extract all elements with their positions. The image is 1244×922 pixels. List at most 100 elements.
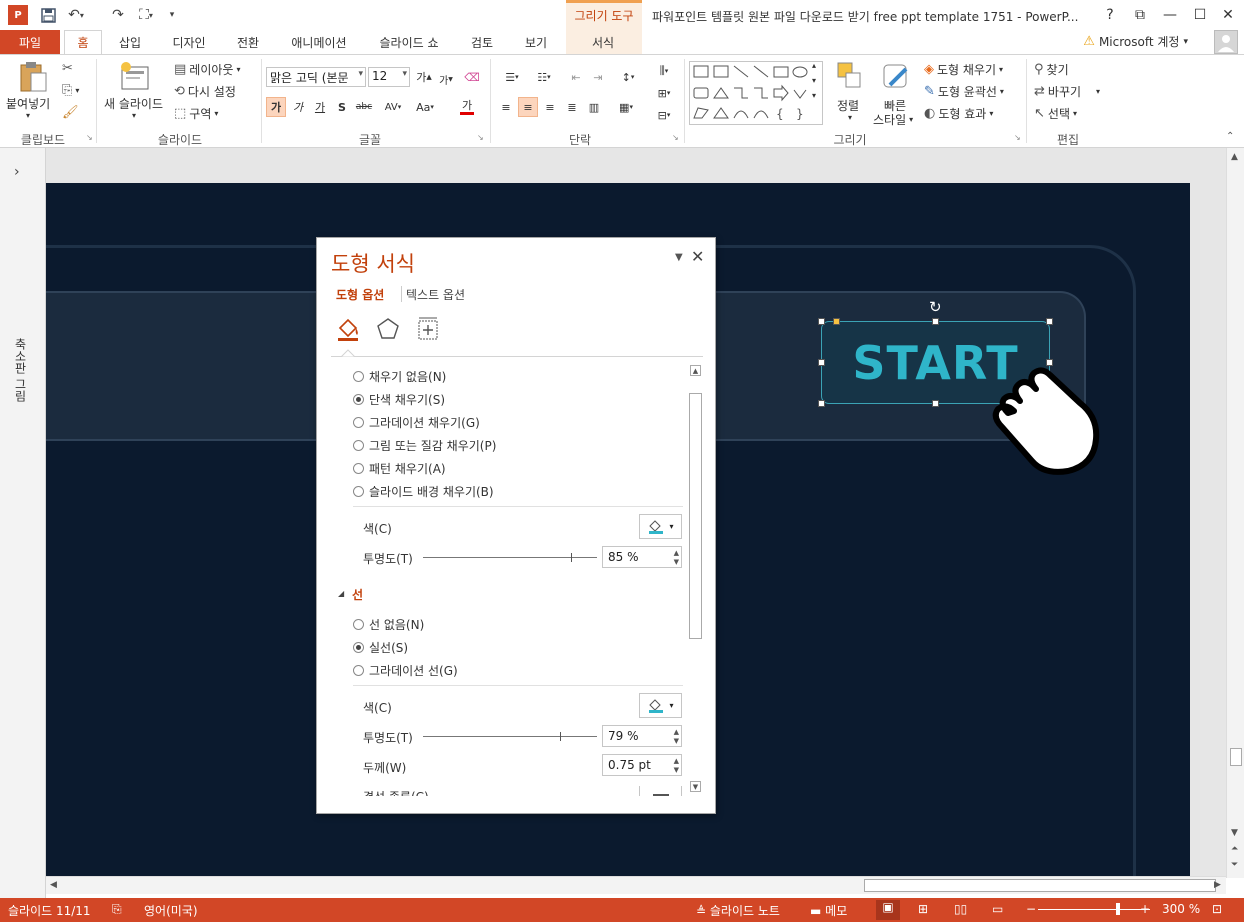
new-slide-dropdown-icon[interactable]: ▾ [132, 111, 136, 120]
selection-handle[interactable] [818, 400, 825, 407]
save-icon[interactable] [38, 5, 58, 25]
line-color-picker[interactable]: ▾ [639, 693, 682, 718]
underline-button[interactable]: 가 [310, 97, 330, 117]
shape-effects-button[interactable]: ◐ 도형 효과 ▾ [924, 105, 993, 122]
tab-design[interactable]: 디자인 [164, 30, 214, 54]
italic-button[interactable]: 가 [288, 97, 308, 117]
quick-styles-button[interactable]: 스타일 ▾ [873, 111, 913, 128]
tab-transitions[interactable]: 전환 [226, 30, 270, 54]
layout-button[interactable]: ▤ 레이아웃 ▾ [174, 61, 240, 78]
normal-view-icon[interactable]: ▣ [876, 900, 900, 920]
tab-animations[interactable]: 애니메이션 [282, 30, 356, 54]
fit-slide-icon[interactable]: ⊡ [1212, 902, 1222, 916]
radio-slide-background-fill[interactable]: 슬라이드 배경 채우기(B) [353, 483, 494, 500]
text-direction-icon[interactable]: ⫼ ▾ [650, 61, 678, 81]
increase-indent-icon[interactable]: ⇥ [588, 67, 608, 87]
avatar[interactable] [1214, 30, 1238, 54]
section-button[interactable]: ⬚ 구역 ▾ [174, 105, 218, 122]
quick-styles-icon[interactable] [880, 61, 912, 96]
line-transparency-slider[interactable] [423, 736, 597, 737]
reset-button[interactable]: ⟲ 다시 설정 [174, 83, 236, 100]
next-slide-icon[interactable]: ⏷ [1231, 860, 1238, 870]
undo-icon[interactable]: ↶ ▾ [66, 5, 86, 25]
font-size-combo[interactable]: 12 ▾ [368, 67, 410, 87]
numbering-icon[interactable]: ☷ ▾ [530, 67, 558, 87]
scroll-up-icon[interactable]: ▲ [1231, 152, 1238, 162]
new-slide-icon[interactable] [118, 61, 152, 94]
find-button[interactable]: ⚲ 찾기 [1034, 61, 1069, 78]
radio-gradient-fill[interactable]: 그라데이션 채우기(G) [353, 414, 480, 431]
line-width-input[interactable]: 0.75 pt ▲ ▼ [602, 754, 682, 776]
paste-button[interactable]: 붙여넣기 [6, 95, 50, 112]
format-painter-icon[interactable]: 🖌 [62, 105, 79, 120]
fill-transparency-slider-thumb[interactable] [570, 553, 572, 562]
shape-outline-button[interactable]: ✎ 도형 윤곽선 ▾ [924, 83, 1004, 100]
pane-scroll-up-icon[interactable]: ▲ [690, 365, 701, 376]
thumbnails-label[interactable]: 축소판 그림 [12, 338, 29, 402]
new-slide-button[interactable]: 새 슬라이드 [104, 95, 163, 112]
adjustment-handle[interactable] [833, 318, 840, 325]
arrange-button[interactable]: 정렬 [837, 97, 859, 114]
horizontal-scroll-thumb[interactable] [864, 879, 1216, 892]
bold-button[interactable]: 가 [266, 97, 286, 117]
selection-handle[interactable] [932, 400, 939, 407]
align-text-icon[interactable]: ⊞ ▾ [650, 83, 678, 103]
zoom-in-icon[interactable]: + [1140, 902, 1150, 916]
font-name-combo[interactable]: 맑은 고딕 (본문 ▾ [266, 67, 366, 87]
restore-button[interactable]: ☐ [1186, 4, 1214, 26]
radio-solid-line[interactable]: 실선(S) [353, 639, 408, 656]
line-transparency-input[interactable]: 79 % ▲ ▼ [602, 725, 682, 747]
pane-close-icon[interactable]: ✕ [691, 247, 704, 266]
shapes-gallery[interactable]: {} [689, 61, 823, 125]
previous-slide-icon[interactable]: ⏶ [1231, 844, 1238, 854]
fill-color-picker[interactable]: ▾ [639, 514, 682, 539]
radio-gradient-line[interactable]: 그라데이션 선(G) [353, 662, 458, 679]
line-spacing-icon[interactable]: ↕ ▾ [614, 67, 642, 87]
tab-home[interactable]: 홈 [64, 30, 102, 54]
zoom-slider-thumb[interactable] [1116, 903, 1120, 915]
zoom-level[interactable]: 300 % [1162, 902, 1200, 916]
selection-handle[interactable] [818, 359, 825, 366]
reading-view-icon[interactable]: ▯▯ [954, 902, 967, 916]
clipboard-launcher-icon[interactable]: ↘ [86, 133, 93, 142]
copy-icon[interactable]: ⎘ ▾ [62, 83, 79, 98]
smartart-icon[interactable]: ⊟ ▾ [650, 105, 678, 125]
zoom-out-icon[interactable]: − [1026, 902, 1036, 916]
horizontal-scrollbar[interactable]: ◀ ▶ [46, 876, 1226, 894]
paste-dropdown-icon[interactable]: ▾ [26, 111, 30, 120]
align-left-icon[interactable]: ≡ [496, 97, 516, 117]
fill-line-icon[interactable] [335, 316, 361, 342]
pane-vertical-scrollbar[interactable]: ▲ ▼ [688, 363, 703, 795]
selection-handle[interactable] [932, 318, 939, 325]
clear-formatting-icon[interactable]: ⌫ [462, 67, 482, 87]
cut-icon[interactable]: ✂ [62, 61, 73, 76]
bullets-icon[interactable]: ☰ ▾ [498, 67, 526, 87]
redo-icon[interactable]: ↷ [108, 5, 128, 25]
tab-slideshow[interactable]: 슬라이드 쇼 [368, 30, 450, 54]
scroll-left-icon[interactable]: ◀ [50, 880, 57, 890]
present-from-start-icon[interactable]: ⛶ ▾ [136, 5, 156, 25]
vertical-scroll-thumb[interactable] [1230, 748, 1242, 766]
line-section-header[interactable]: 선 [352, 586, 363, 603]
columns-icon[interactable]: ▦ ▾ [612, 97, 640, 117]
font-launcher-icon[interactable]: ↘ [477, 133, 484, 142]
tab-shape-options[interactable]: 도형 옵션 [336, 286, 384, 303]
tab-file[interactable]: 파일 [0, 30, 60, 54]
shape-fill-button[interactable]: ◈ 도형 채우기 ▾ [924, 61, 1003, 78]
pane-scroll-thumb[interactable] [689, 393, 702, 639]
text-shadow-button[interactable]: S [332, 97, 352, 117]
selection-handle[interactable] [818, 318, 825, 325]
line-transparency-slider-thumb[interactable] [560, 732, 562, 741]
justify-icon[interactable]: ≣ [562, 97, 582, 117]
shapes-gallery-scroll[interactable]: ▴ ▾ ▾ [812, 61, 816, 100]
spell-check-icon[interactable]: ⎘ [112, 902, 122, 917]
fill-transparency-input[interactable]: 85 % ▲ ▼ [602, 546, 682, 568]
language-indicator[interactable]: 영어(미국) [144, 902, 198, 919]
line-section-collapse-icon[interactable]: ◢ [338, 589, 344, 598]
pane-options-dropdown-icon[interactable]: ▼ [675, 252, 683, 263]
notes-button[interactable]: ≜ 슬라이드 노트 [696, 902, 780, 919]
arrange-icon[interactable] [836, 61, 864, 94]
align-center-icon[interactable]: ≡ [518, 97, 538, 117]
ribbon-display-options-button[interactable]: ⧉ [1126, 4, 1154, 26]
paragraph-launcher-icon[interactable]: ↘ [672, 133, 679, 142]
